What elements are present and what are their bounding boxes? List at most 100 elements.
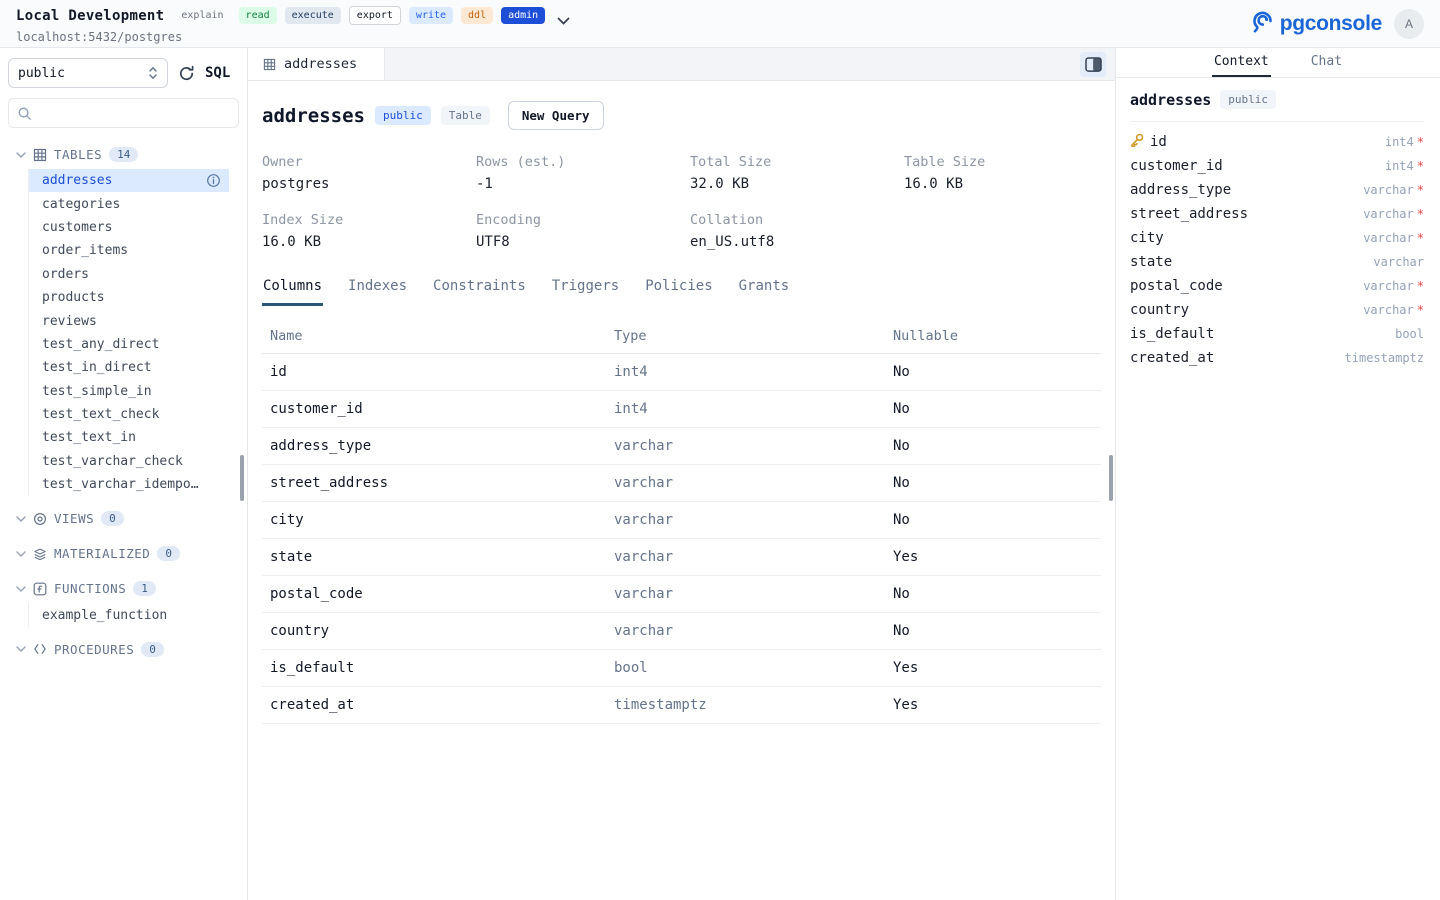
context-field-row: country varchar*	[1130, 298, 1424, 322]
table-stats: Owner postgres Rows (est.) -1 Total Size…	[262, 154, 1101, 250]
sidebar-table-item[interactable]: test_varchar_check	[29, 450, 229, 473]
top-bar: Local Development explainreadexecuteexpo…	[0, 0, 1440, 48]
toggle-right-panel-button[interactable]	[1080, 52, 1106, 77]
refresh-button[interactable]	[178, 65, 195, 82]
permission-badge: write	[409, 7, 453, 24]
sidebar-table-item[interactable]: order_items	[29, 239, 229, 262]
cell-type: varchar	[606, 549, 885, 565]
table-row[interactable]: id int4 No	[262, 354, 1101, 391]
detail-tab[interactable]: Columns	[262, 278, 323, 306]
section-procedures-label: PROCEDURES	[54, 642, 134, 657]
object-kind-badge: Table	[441, 106, 490, 125]
sidebar-table-item[interactable]: test_any_direct	[29, 333, 229, 356]
brand-name: pgconsole	[1280, 12, 1382, 36]
context-panel-tab[interactable]: Context	[1212, 48, 1271, 77]
table-row[interactable]: created_at timestamptz Yes	[262, 687, 1101, 724]
table-row[interactable]: address_type varchar No	[262, 428, 1101, 465]
section-procedures[interactable]: PROCEDURES 0	[0, 637, 247, 662]
stat-label: Total Size	[690, 154, 904, 170]
new-query-button[interactable]: New Query	[508, 101, 604, 130]
table-row[interactable]: state varchar Yes	[262, 539, 1101, 576]
table-row[interactable]: is_default bool Yes	[262, 650, 1101, 687]
required-asterisk: *	[1417, 159, 1424, 173]
required-asterisk: *	[1417, 207, 1424, 221]
cell-nullable: No	[885, 623, 1101, 639]
sidebar-table-item[interactable]: test_text_in	[29, 426, 229, 449]
table-item-label: reviews	[42, 314, 97, 329]
field-name: is_default	[1130, 326, 1214, 342]
sidebar-table-item[interactable]: categories	[29, 192, 229, 215]
cell-type: varchar	[606, 438, 885, 454]
connection-title: Local Development	[16, 8, 164, 24]
views-count-badge: 0	[101, 511, 124, 526]
table-item-label: order_items	[42, 243, 128, 258]
section-tables[interactable]: TABLES 14	[0, 142, 247, 167]
chevron-down-icon	[16, 152, 26, 158]
context-field-row: created_at timestamptz	[1130, 346, 1424, 370]
info-icon[interactable]	[206, 173, 221, 188]
cell-name: street_address	[262, 475, 606, 491]
sidebar-scrollbar[interactable]	[240, 455, 244, 501]
connection-chevron-down-icon[interactable]	[557, 13, 570, 28]
page-title: addresses	[262, 105, 365, 127]
table-row[interactable]: city varchar No	[262, 502, 1101, 539]
schema-select[interactable]: public	[8, 58, 168, 88]
field-name: customer_id	[1130, 158, 1223, 174]
stat-value: en_US.utf8	[690, 234, 904, 250]
detail-tab[interactable]: Indexes	[347, 278, 408, 306]
open-tab-addresses[interactable]: addresses	[248, 48, 385, 80]
detail-tab[interactable]: Constraints	[432, 278, 527, 306]
table-row[interactable]: country varchar No	[262, 613, 1101, 650]
sidebar-search[interactable]	[8, 98, 239, 128]
detail-tab[interactable]: Triggers	[551, 278, 620, 306]
context-field-row: postal_code varchar*	[1130, 274, 1424, 298]
table-row[interactable]: street_address varchar No	[262, 465, 1101, 502]
section-views[interactable]: VIEWS 0	[0, 506, 247, 531]
sidebar-table-item[interactable]: test_simple_in	[29, 380, 229, 403]
search-input[interactable]	[38, 106, 230, 121]
section-materialized[interactable]: MATERIALIZED 0	[0, 541, 247, 566]
required-asterisk: *	[1417, 279, 1424, 293]
context-panel-tab[interactable]: Chat	[1309, 48, 1344, 77]
sidebar-table-item[interactable]: products	[29, 286, 229, 309]
field-type: bool	[1395, 327, 1424, 341]
table-row[interactable]: postal_code varchar No	[262, 576, 1101, 613]
sidebar-table-item[interactable]: addresses	[29, 169, 229, 192]
sidebar-function-item[interactable]: example_function	[29, 603, 229, 626]
main-scrollbar[interactable]	[1109, 455, 1113, 501]
field-name: street_address	[1130, 206, 1248, 222]
user-avatar[interactable]: A	[1394, 9, 1424, 39]
sidebar-table-item[interactable]: orders	[29, 263, 229, 286]
columns-table-header: NameTypeNullable	[262, 328, 1101, 354]
context-field-row: is_default bool	[1130, 322, 1424, 346]
cell-name: postal_code	[262, 586, 606, 602]
section-materialized-label: MATERIALIZED	[54, 546, 150, 561]
field-name: created_at	[1130, 350, 1214, 366]
section-functions[interactable]: FUNCTIONS 1	[0, 576, 247, 601]
main-panel: addresses addresses public Table New Que…	[248, 48, 1115, 900]
panel-layout-icon	[1085, 57, 1102, 72]
sql-editor-button[interactable]: SQL	[205, 65, 230, 81]
required-asterisk: *	[1417, 135, 1424, 149]
schema-select-value: public	[18, 66, 65, 81]
detail-tab[interactable]: Grants	[738, 278, 791, 306]
table-item-label: test_simple_in	[42, 384, 152, 399]
pgconsole-logo[interactable]: pgconsole	[1249, 10, 1382, 37]
layers-icon	[33, 547, 47, 561]
sidebar-table-item[interactable]: test_text_check	[29, 403, 229, 426]
sidebar-table-item[interactable]: customers	[29, 216, 229, 239]
required-asterisk: *	[1417, 303, 1424, 317]
sidebar-table-item[interactable]: test_varchar_idempo…	[29, 473, 229, 496]
table-row[interactable]: customer_id int4 No	[262, 391, 1101, 428]
permission-badge: admin	[501, 7, 545, 24]
sidebar-table-item[interactable]: reviews	[29, 309, 229, 332]
field-type: int4	[1385, 135, 1414, 149]
pgconsole-logo-icon	[1249, 10, 1276, 37]
sidebar-table-item[interactable]: test_in_direct	[29, 356, 229, 379]
table-grid-icon	[263, 58, 276, 71]
search-icon	[17, 106, 32, 121]
connection-info: Local Development explainreadexecuteexpo…	[16, 3, 570, 44]
field-type: varchar	[1363, 183, 1414, 197]
detail-tab[interactable]: Policies	[644, 278, 713, 306]
cell-nullable: Yes	[885, 660, 1101, 676]
